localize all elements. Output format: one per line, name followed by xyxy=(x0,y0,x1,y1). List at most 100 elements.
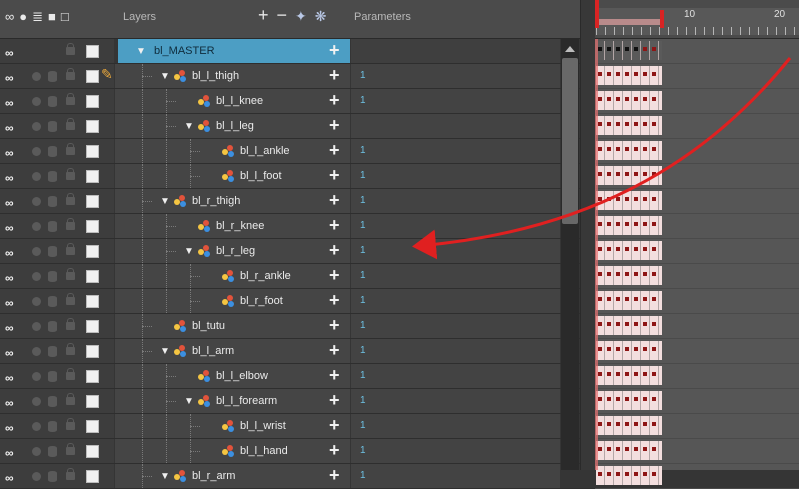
color-swatch-icon[interactable] xyxy=(86,170,99,183)
add-plus-icon[interactable]: + xyxy=(329,465,340,486)
visibility-toggle-icon[interactable]: ∞ xyxy=(5,396,13,410)
color-swatch-icon[interactable] xyxy=(86,220,99,233)
lock-toggle-icon[interactable] xyxy=(66,68,75,80)
solo-toggle-icon[interactable] xyxy=(32,97,41,106)
add-plus-icon[interactable]: + xyxy=(329,190,340,211)
expand-triangle-icon[interactable]: ▼ xyxy=(160,71,170,82)
solo-toggle-icon[interactable] xyxy=(32,472,41,481)
database-toggle-icon[interactable] xyxy=(48,321,57,332)
color-swatch-icon[interactable] xyxy=(86,420,99,433)
solo-toggle-icon[interactable] xyxy=(32,247,41,256)
parameter-cell[interactable] xyxy=(351,164,560,188)
scrollbar-thumb[interactable] xyxy=(562,58,578,224)
add-plus-icon[interactable]: + xyxy=(329,165,340,186)
visibility-toggle-icon[interactable]: ∞ xyxy=(5,71,13,85)
timeline-row[interactable] xyxy=(595,214,799,239)
visibility-toggle-icon[interactable]: ∞ xyxy=(5,371,13,385)
add-plus-icon[interactable]: + xyxy=(329,140,340,161)
add-plus-icon[interactable]: + xyxy=(329,65,340,86)
lock-toggle-icon[interactable] xyxy=(66,193,75,205)
visibility-toggle-icon[interactable]: ∞ xyxy=(5,46,13,60)
lock-toggle-icon[interactable] xyxy=(66,93,75,105)
expand-triangle-icon[interactable]: ▼ xyxy=(184,121,194,132)
color-swatch-icon[interactable] xyxy=(86,70,99,83)
parameter-cell[interactable] xyxy=(351,189,560,213)
color-swatch-icon[interactable] xyxy=(86,195,99,208)
database-toggle-icon[interactable] xyxy=(48,296,57,307)
parameter-cell[interactable] xyxy=(351,439,560,463)
parameter-cell[interactable] xyxy=(351,264,560,288)
database-toggle-icon[interactable] xyxy=(48,246,57,257)
database-toggle-icon[interactable] xyxy=(48,421,57,432)
parameter-cell[interactable] xyxy=(351,89,560,113)
visibility-toggle-icon[interactable]: ∞ xyxy=(5,196,13,210)
solo-toggle-icon[interactable] xyxy=(32,147,41,156)
color-swatch-icon[interactable] xyxy=(86,95,99,108)
remove-layer-icon[interactable]: − xyxy=(277,5,288,26)
lock-toggle-icon[interactable] xyxy=(66,443,75,455)
solo-toggle-icon[interactable] xyxy=(32,72,41,81)
visibility-toggle-icon[interactable]: ∞ xyxy=(5,346,13,360)
timeline-row[interactable] xyxy=(595,89,799,114)
add-plus-icon[interactable]: + xyxy=(329,315,340,336)
database-toggle-icon[interactable] xyxy=(48,471,57,482)
add-plus-icon[interactable]: + xyxy=(329,215,340,236)
database-toggle-icon[interactable] xyxy=(48,121,57,132)
timeline-row[interactable] xyxy=(595,289,799,314)
parameter-cell[interactable] xyxy=(351,314,560,338)
lock-toggle-icon[interactable] xyxy=(66,118,75,130)
timeline-row[interactable] xyxy=(595,114,799,139)
visibility-toggle-icon[interactable]: ∞ xyxy=(5,146,13,160)
scroll-up-arrow-icon[interactable] xyxy=(565,46,575,52)
solo-toggle-icon[interactable] xyxy=(32,272,41,281)
parameter-cell[interactable] xyxy=(351,239,560,263)
database-toggle-icon[interactable] xyxy=(48,396,57,407)
add-drawing-icon[interactable]: ❋ xyxy=(315,8,327,26)
solo-toggle-icon[interactable] xyxy=(32,172,41,181)
timeline-row[interactable] xyxy=(595,414,799,439)
solo-toggle-icon[interactable] xyxy=(32,122,41,131)
database-toggle-icon[interactable] xyxy=(48,271,57,282)
dot-icon[interactable]: ● xyxy=(19,10,27,23)
lock-toggle-icon[interactable] xyxy=(66,468,75,480)
visibility-toggle-icon[interactable]: ∞ xyxy=(5,121,13,135)
timeline-row[interactable] xyxy=(595,464,799,489)
lock-toggle-icon[interactable] xyxy=(66,268,75,280)
timeline-row[interactable] xyxy=(595,314,799,339)
color-swatch-icon[interactable] xyxy=(86,445,99,458)
timeline-row[interactable] xyxy=(595,239,799,264)
database-toggle-icon[interactable] xyxy=(48,71,57,82)
timeline-row[interactable] xyxy=(595,64,799,89)
expand-triangle-icon[interactable]: ▼ xyxy=(160,196,170,207)
play-range-bar[interactable] xyxy=(599,19,660,25)
expand-triangle-icon[interactable]: ▼ xyxy=(184,246,194,257)
color-swatch-icon[interactable] xyxy=(86,395,99,408)
visibility-toggle-icon[interactable]: ∞ xyxy=(5,271,13,285)
add-peg-icon[interactable]: ✦ xyxy=(295,8,307,26)
playhead-start-marker[interactable] xyxy=(595,0,599,28)
square-icon[interactable]: □ xyxy=(61,10,69,23)
timeline-row[interactable] xyxy=(595,364,799,389)
database-toggle-icon[interactable] xyxy=(48,221,57,232)
parameter-cell[interactable] xyxy=(351,139,560,163)
expand-triangle-icon[interactable]: ▼ xyxy=(184,396,194,407)
parameter-cell[interactable] xyxy=(351,64,560,88)
add-plus-icon[interactable]: + xyxy=(329,290,340,311)
solo-toggle-icon[interactable] xyxy=(32,222,41,231)
layer-name-cell[interactable] xyxy=(118,39,350,63)
solo-toggle-icon[interactable] xyxy=(32,397,41,406)
timeline-frames[interactable] xyxy=(595,39,799,489)
parameter-cell[interactable] xyxy=(351,214,560,238)
add-layer-icon[interactable]: + xyxy=(258,5,269,26)
lock-toggle-icon[interactable] xyxy=(66,43,75,55)
add-plus-icon[interactable]: + xyxy=(329,90,340,111)
parameter-cell[interactable] xyxy=(351,39,560,63)
color-swatch-icon[interactable] xyxy=(86,345,99,358)
color-swatch-icon[interactable] xyxy=(86,45,99,58)
database-toggle-icon[interactable] xyxy=(48,196,57,207)
solo-toggle-icon[interactable] xyxy=(32,197,41,206)
solo-toggle-icon[interactable] xyxy=(32,297,41,306)
lock-toggle-icon[interactable] xyxy=(66,143,75,155)
lock-toggle-icon[interactable] xyxy=(66,343,75,355)
timeline-row[interactable] xyxy=(595,439,799,464)
